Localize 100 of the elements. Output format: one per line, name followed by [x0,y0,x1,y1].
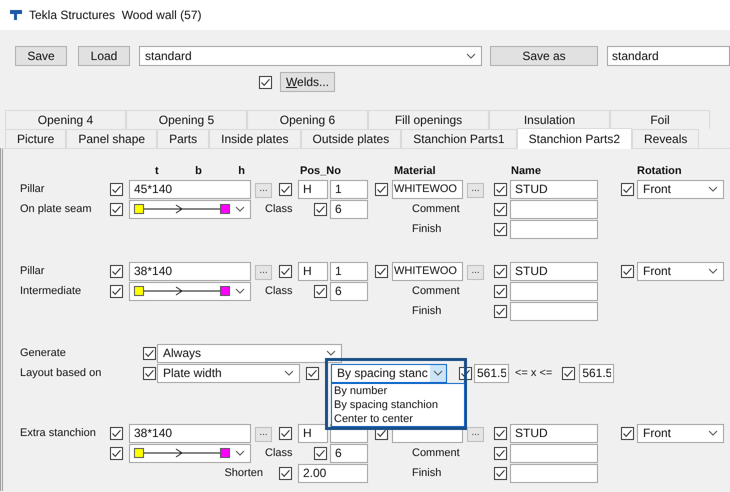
checkbox[interactable] [110,426,123,440]
name-field[interactable]: STUD [510,180,598,198]
class-field[interactable]: 6 [330,282,368,300]
checkbox[interactable] [494,446,506,460]
checkbox[interactable] [110,202,123,216]
tab[interactable]: Insulation [489,110,610,129]
checkbox[interactable] [314,202,327,216]
pos-prefix-field[interactable]: H [298,424,328,442]
checkbox[interactable] [621,182,634,196]
tab[interactable]: Panel shape [66,129,158,148]
direction-dropdown[interactable] [129,282,251,300]
comment-field[interactable] [510,282,598,300]
browse-button[interactable]: ... [467,427,484,442]
dropdown-option[interactable]: Center to center [332,412,464,426]
checkbox[interactable] [110,284,123,298]
dropdown-option[interactable]: By number [332,384,464,398]
save-as-name-field[interactable]: standard [607,46,730,66]
checkbox[interactable] [314,284,327,298]
pos-prefix-field[interactable]: H [298,262,328,280]
checkbox[interactable] [279,182,292,196]
method-dropdown[interactable]: By spacing stanc [331,364,447,382]
pos-prefix-field[interactable]: H [298,180,328,198]
checkbox[interactable] [494,284,506,298]
checkbox[interactable] [374,264,388,278]
material-field[interactable]: WHITEWOO [392,180,463,198]
checkbox[interactable] [494,264,506,278]
class-field[interactable]: 6 [330,200,368,218]
checkbox[interactable] [494,222,506,236]
preset-dropdown[interactable]: standard [139,46,482,66]
comment-field[interactable] [510,200,598,218]
rotation-dropdown[interactable]: Front [637,180,724,198]
checkbox[interactable] [259,76,272,88]
direction-dropdown[interactable] [129,444,251,462]
direction-dropdown[interactable] [129,200,251,218]
caret-icon [235,288,245,294]
rotation-dropdown[interactable]: Front [637,262,724,280]
material-field[interactable]: WHITEWOO [392,262,463,280]
checkbox[interactable] [494,182,506,196]
welds-button[interactable]: Welds... [280,72,335,92]
checkbox[interactable] [143,366,156,380]
save-button[interactable]: Save [15,46,67,66]
save-as-button[interactable]: Save as [490,46,598,66]
finish-field[interactable] [510,464,598,482]
shorten-field[interactable]: 2.00 [298,464,368,482]
layout-dropdown[interactable]: Plate width [157,364,300,382]
browse-button[interactable]: ... [255,427,272,442]
class-field[interactable]: 6 [330,444,368,462]
load-button[interactable]: Load [78,46,130,66]
profile-field[interactable]: 38*140 [129,262,251,280]
generate-dropdown[interactable]: Always [157,344,342,362]
checkbox[interactable] [279,426,292,440]
profile-field[interactable]: 45*140 [129,180,251,198]
browse-button[interactable]: ... [467,183,484,198]
name-field[interactable]: STUD [510,424,598,442]
tab[interactable]: Stanchion Parts2 [516,128,632,149]
column-header: Name [510,165,542,177]
checkbox[interactable] [621,426,634,440]
checkbox[interactable] [621,264,634,278]
tab[interactable]: Fill openings [368,110,489,129]
tab[interactable]: Picture [5,129,66,148]
checkbox[interactable] [110,182,123,196]
tab[interactable]: Outside plates [300,129,402,148]
tab[interactable]: Foil [610,110,710,129]
tab[interactable]: Inside plates [209,129,300,148]
field-label: Generate [19,347,67,359]
pos-number-field[interactable]: 1 [330,262,368,280]
checkbox[interactable] [314,446,327,460]
name-field[interactable]: STUD [510,262,598,280]
checkbox[interactable] [143,346,156,360]
checkbox[interactable] [110,264,123,278]
checkbox[interactable] [494,304,506,318]
dropdown-option[interactable]: By spacing stanchion [332,398,464,412]
browse-button[interactable]: ... [255,183,272,198]
checkbox[interactable] [279,466,292,480]
checkbox[interactable] [306,366,319,380]
tab[interactable]: Parts [157,129,210,148]
tab[interactable]: Opening 5 [126,110,247,129]
tab[interactable]: Reveals [632,129,700,148]
member-label: Pillar [19,265,46,277]
checkbox[interactable] [110,446,123,460]
checkbox[interactable] [494,202,506,216]
finish-field[interactable] [510,220,598,238]
browse-button[interactable]: ... [255,265,272,280]
tab[interactable]: Stanchion Parts1 [401,129,517,148]
caret-icon [466,53,476,59]
checkbox[interactable] [374,182,388,196]
rotation-dropdown[interactable]: Front [637,424,724,442]
finish-field[interactable] [510,302,598,320]
comment-field[interactable] [510,444,598,462]
tab[interactable]: Opening 4 [5,110,126,129]
profile-field[interactable]: 38*140 [129,424,251,442]
tab[interactable]: Opening 6 [247,110,368,129]
browse-button[interactable]: ... [467,265,484,280]
checkbox[interactable] [279,264,292,278]
column-header: Material [393,165,437,177]
checkbox[interactable] [562,366,576,380]
pos-number-field[interactable]: 1 [330,180,368,198]
checkbox[interactable] [494,426,506,440]
checkbox[interactable] [494,466,506,480]
member-label: Intermediate [19,285,82,297]
